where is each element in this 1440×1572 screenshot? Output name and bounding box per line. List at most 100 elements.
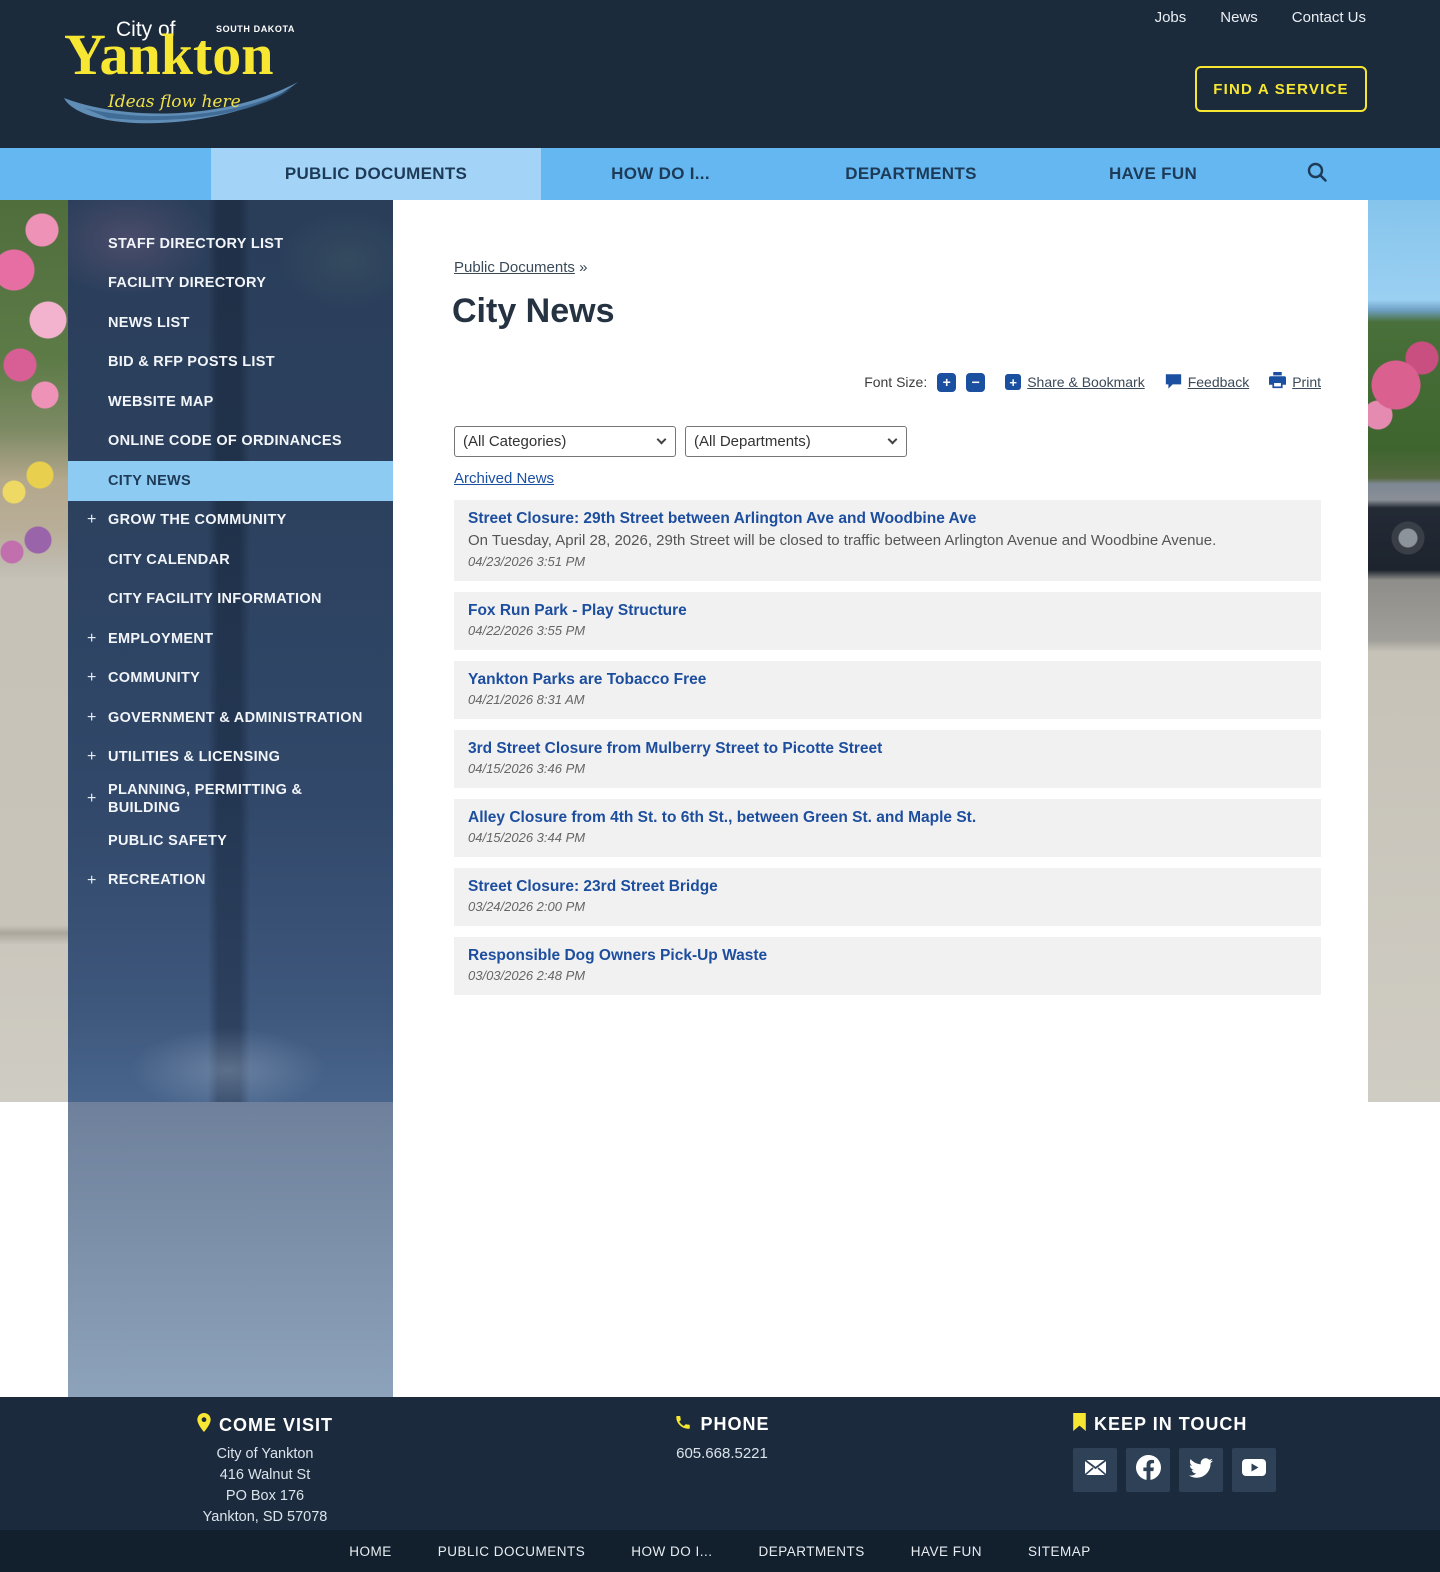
facebook-button[interactable] (1126, 1448, 1170, 1492)
news-item-title[interactable]: Alley Closure from 4th St. to 6th St., b… (468, 809, 976, 827)
youtube-icon (1242, 1459, 1266, 1481)
twitter-button[interactable] (1179, 1448, 1223, 1492)
sidebar-item-label: GROW THE COMMUNITY (108, 512, 287, 529)
footer-phone: PHONE 605.668.5221 (597, 1413, 847, 1462)
sidebar-item-staff-directory-list[interactable]: STAFF DIRECTORY LIST (68, 224, 393, 264)
youtube-button[interactable] (1232, 1448, 1276, 1492)
expand-plus-icon[interactable]: + (87, 629, 97, 649)
font-size-label: Font Size: (864, 374, 928, 390)
news-item: Fox Run Park - Play Structure 04/22/2026… (454, 592, 1321, 651)
news-item: Street Closure: 29th Street between Arli… (454, 500, 1321, 582)
sidebar-item-online-code-of-ordinances[interactable]: ONLINE CODE OF ORDINANCES (68, 422, 393, 462)
phone-icon (674, 1413, 692, 1436)
sidebar-item-planning-permitting-building[interactable]: + PLANNING, PERMITTING & BUILDING (68, 777, 393, 821)
sidebar-item-label: RECREATION (108, 872, 206, 889)
footer-come-visit: COME VISIT City of Yankton 416 Walnut St… (140, 1413, 390, 1528)
facebook-icon (1135, 1454, 1161, 1485)
footer-link-how-do-i[interactable]: HOW DO I... (631, 1544, 712, 1559)
sidebar-item-grow-the-community[interactable]: + GROW THE COMMUNITY (68, 501, 393, 541)
tab-have-fun[interactable]: HAVE FUN (1042, 148, 1264, 200)
footer-link-home[interactable]: HOME (349, 1544, 392, 1559)
search-icon (1306, 161, 1328, 188)
categories-select[interactable]: (All Categories) (454, 426, 676, 457)
departments-select[interactable]: (All Departments) (685, 426, 907, 457)
sidebar-item-city-news[interactable]: CITY NEWS (68, 461, 393, 501)
sidebar-item-label: UTILITIES & LICENSING (108, 749, 281, 766)
email-button[interactable] (1073, 1448, 1117, 1492)
tab-public-documents[interactable]: PUBLIC DOCUMENTS (211, 148, 541, 200)
expand-plus-icon[interactable]: + (87, 668, 97, 688)
bookmark-icon (1073, 1413, 1086, 1436)
address-line: Yankton, SD 57078 (202, 1509, 328, 1525)
phone-heading: PHONE (700, 1414, 770, 1434)
sidebar-background-lower (68, 1102, 393, 1397)
city-logo[interactable]: City of SOUTH DAKOTA Yankton Ideas flow … (64, 12, 304, 132)
expand-plus-icon[interactable]: + (87, 789, 97, 809)
utility-nav: Jobs News Contact Us (1155, 9, 1366, 26)
footer-link-have-fun[interactable]: HAVE FUN (911, 1544, 982, 1559)
utility-link-jobs[interactable]: Jobs (1155, 9, 1187, 26)
news-list: Street Closure: 29th Street between Arli… (454, 500, 1321, 1006)
utility-link-news[interactable]: News (1220, 9, 1258, 26)
news-item-title[interactable]: Responsible Dog Owners Pick-Up Waste (468, 947, 767, 965)
footer-link-public-documents[interactable]: PUBLIC DOCUMENTS (438, 1544, 586, 1559)
sidebar-item-facility-directory[interactable]: FACILITY DIRECTORY (68, 264, 393, 304)
sidebar-item-government-administration[interactable]: + GOVERNMENT & ADMINISTRATION (68, 698, 393, 738)
feedback-link[interactable]: Feedback (1188, 374, 1249, 390)
archived-news-link[interactable]: Archived News (454, 470, 554, 487)
expand-plus-icon[interactable]: + (87, 747, 97, 767)
tab-departments[interactable]: DEPARTMENTS (780, 148, 1042, 200)
find-a-service-button[interactable]: FIND A SERVICE (1195, 66, 1367, 112)
sidebar-item-utilities-licensing[interactable]: + UTILITIES & LICENSING (68, 738, 393, 778)
search-button[interactable] (1264, 148, 1370, 200)
content-region: STAFF DIRECTORY LIST FACILITY DIRECTORY … (0, 200, 1440, 1397)
sidebar-item-news-list[interactable]: NEWS LIST (68, 303, 393, 343)
twitter-icon (1189, 1457, 1213, 1483)
sidebar-item-public-safety[interactable]: PUBLIC SAFETY (68, 821, 393, 861)
street-photo-right (1368, 200, 1440, 1102)
news-item-title[interactable]: Fox Run Park - Play Structure (468, 602, 687, 620)
footer-link-sitemap[interactable]: SITEMAP (1028, 1544, 1091, 1559)
expand-plus-icon[interactable]: + (87, 871, 97, 891)
sidebar-item-label: BID & RFP POSTS LIST (108, 354, 275, 371)
page-title: City News (452, 292, 615, 330)
font-size-decrease-button[interactable]: − (966, 372, 986, 392)
news-item-title[interactable]: Street Closure: 29th Street between Arli… (468, 510, 976, 528)
phone-number[interactable]: 605.668.5221 (597, 1445, 847, 1462)
news-filters: (All Categories) (All Departments) (454, 426, 907, 457)
street-photo-left (0, 200, 68, 1102)
news-item-title[interactable]: Yankton Parks are Tobacco Free (468, 671, 706, 689)
news-item-date: 04/23/2026 3:51 PM (468, 554, 586, 570)
address-line: City of Yankton (216, 1446, 314, 1462)
sidebar-item-community[interactable]: + COMMUNITY (68, 659, 393, 699)
expand-plus-icon[interactable]: + (87, 510, 97, 530)
tab-how-do-i[interactable]: HOW DO I... (541, 148, 780, 200)
font-size-increase-button[interactable]: + (937, 372, 957, 392)
news-item: Alley Closure from 4th St. to 6th St., b… (454, 799, 1321, 858)
utility-link-contact-us[interactable]: Contact Us (1292, 9, 1366, 26)
page-tools: Font Size: + − + Share & Bookmark Feedba… (864, 372, 1321, 392)
news-item-title[interactable]: Street Closure: 23rd Street Bridge (468, 878, 718, 896)
sidebar-item-recreation[interactable]: + RECREATION (68, 861, 393, 901)
page: City of SOUTH DAKOTA Yankton Ideas flow … (0, 0, 1440, 1572)
sidebar-item-city-calendar[interactable]: CITY CALENDAR (68, 540, 393, 580)
sidebar-item-employment[interactable]: + EMPLOYMENT (68, 619, 393, 659)
sidebar-item-label: COMMUNITY (108, 670, 201, 687)
news-item-title[interactable]: 3rd Street Closure from Mulberry Street … (468, 740, 882, 758)
share-bookmark-link[interactable]: Share & Bookmark (1027, 374, 1145, 390)
keep-in-touch-heading: KEEP IN TOUCH (1094, 1414, 1248, 1434)
sidebar: STAFF DIRECTORY LIST FACILITY DIRECTORY … (68, 200, 393, 1397)
footer-link-departments[interactable]: DEPARTMENTS (758, 1544, 864, 1559)
breadcrumb-link-public-documents[interactable]: Public Documents (454, 259, 575, 276)
news-item-date: 03/24/2026 2:00 PM (468, 899, 586, 915)
address-line: 416 Walnut St (219, 1467, 311, 1483)
expand-plus-icon[interactable]: + (87, 708, 97, 728)
sidebar-item-label: FACILITY DIRECTORY (108, 275, 267, 292)
map-pin-icon (197, 1413, 211, 1437)
print-link[interactable]: Print (1292, 374, 1321, 390)
sidebar-item-city-facility-information[interactable]: CITY FACILITY INFORMATION (68, 580, 393, 620)
sidebar-item-label: ONLINE CODE OF ORDINANCES (108, 433, 342, 450)
news-item: Street Closure: 23rd Street Bridge 03/24… (454, 868, 1321, 927)
sidebar-item-website-map[interactable]: WEBSITE MAP (68, 382, 393, 422)
sidebar-item-bid-rfp-posts-list[interactable]: BID & RFP POSTS LIST (68, 343, 393, 383)
